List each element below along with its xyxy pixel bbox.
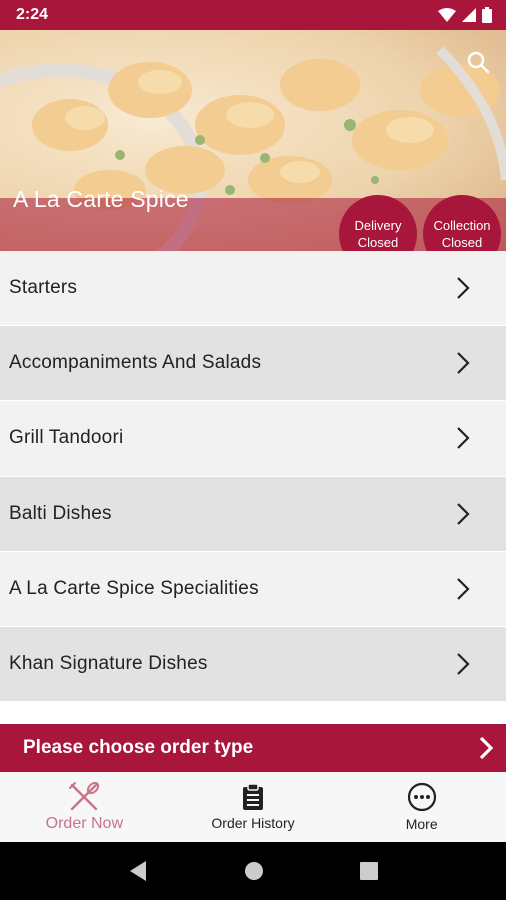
- nav-label: Order Now: [45, 815, 124, 832]
- menu-category-specialities[interactable]: A La Carte Spice Specialities: [0, 551, 506, 627]
- signal-icon: [462, 8, 476, 22]
- collection-label: Collection: [433, 218, 491, 233]
- clipboard-icon: [243, 783, 263, 810]
- status-time: 2:24: [16, 6, 49, 23]
- hero-header: Delivery Closed Collection Closed: [0, 30, 506, 251]
- menu-category-list: Starters Accompaniments And Salads Grill…: [0, 251, 506, 703]
- chevron-right-icon: [457, 277, 470, 299]
- menu-category-grill-tandoori[interactable]: Grill Tandoori: [0, 401, 506, 477]
- delivery-label: Delivery: [354, 218, 402, 233]
- menu-category-balti-dishes[interactable]: Balti Dishes: [0, 476, 506, 552]
- chevron-right-icon: [457, 352, 470, 375]
- more-icon: [407, 782, 436, 812]
- delivery-state: Closed: [357, 235, 399, 250]
- menu-category-label: Balti Dishes: [9, 502, 112, 524]
- order-type-label: Please choose order type: [23, 737, 254, 758]
- nav-label: More: [405, 816, 438, 832]
- home-icon[interactable]: [244, 861, 264, 881]
- menu-category-starters[interactable]: Starters: [0, 251, 506, 327]
- collection-state: Closed: [441, 235, 483, 250]
- menu-category-label: Grill Tandoori: [9, 427, 124, 449]
- status-bar: 2:24: [0, 0, 506, 30]
- nav-more[interactable]: More: [337, 772, 506, 842]
- menu-category-khan-signature[interactable]: Khan Signature Dishes: [0, 626, 506, 703]
- system-nav-bar: [0, 842, 506, 900]
- battery-icon: [482, 7, 492, 23]
- menu-category-label: A La Carte Spice Specialities: [9, 577, 259, 599]
- menu-category-accompaniments[interactable]: Accompaniments And Salads: [0, 326, 506, 402]
- nav-label: Order History: [211, 815, 295, 831]
- fork-knife-icon: [69, 781, 100, 811]
- choose-order-type-button[interactable]: Please choose order type: [0, 724, 506, 772]
- wifi-icon: [438, 8, 456, 22]
- nav-order-history[interactable]: Order History: [169, 772, 338, 842]
- chevron-right-icon: [457, 427, 470, 450]
- bottom-nav: Order Now Order History More: [0, 772, 506, 842]
- status-icons: [438, 7, 492, 23]
- menu-category-label: Starters: [9, 277, 78, 299]
- menu-category-label: Khan Signature Dishes: [9, 653, 208, 675]
- back-icon[interactable]: [128, 860, 148, 882]
- chevron-right-icon: [457, 578, 470, 600]
- chevron-right-icon: [479, 736, 494, 760]
- chevron-right-icon: [457, 653, 470, 675]
- recents-icon[interactable]: [360, 862, 378, 880]
- restaurant-name: A La Carte Spice: [13, 186, 189, 212]
- search-icon[interactable]: [466, 50, 490, 74]
- menu-category-label: Accompaniments And Salads: [9, 352, 262, 374]
- chevron-right-icon: [457, 502, 470, 525]
- nav-order-now[interactable]: Order Now: [0, 772, 169, 842]
